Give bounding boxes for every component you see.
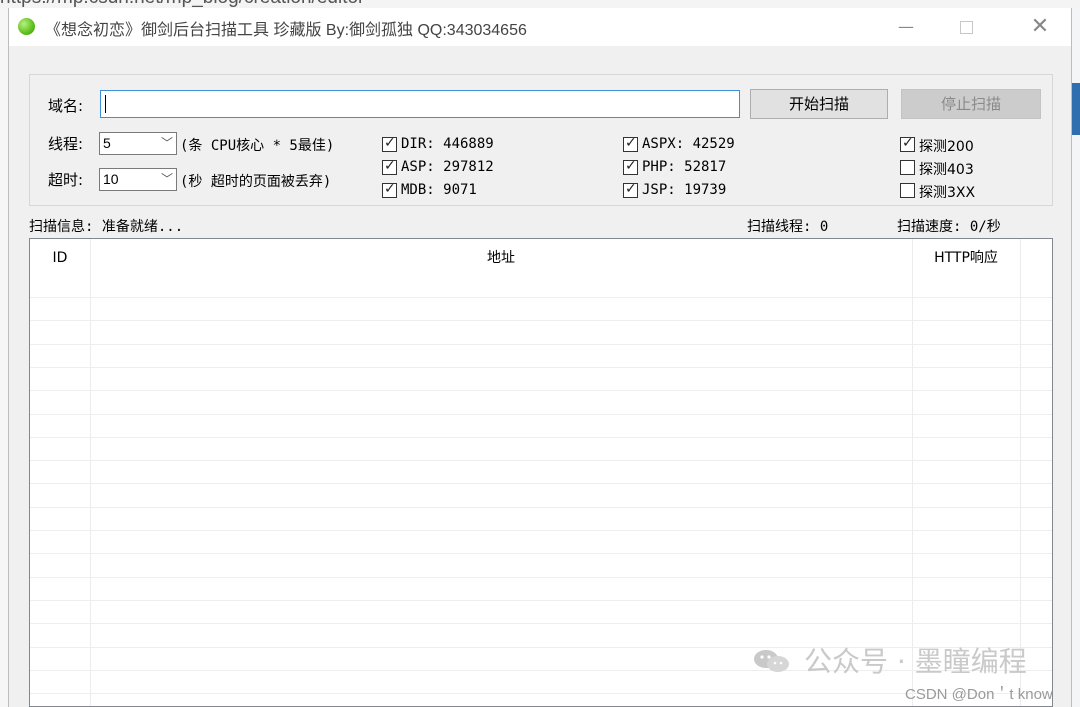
maximize-button[interactable] bbox=[943, 8, 989, 46]
scan-threads: 扫描线程: 0 bbox=[747, 219, 829, 235]
close-button[interactable]: ✕ bbox=[1017, 8, 1063, 46]
watermark-text: 公众号 · 墨瞳编程 bbox=[804, 645, 1027, 678]
check-icon: ✓ bbox=[625, 158, 637, 174]
background-url: https://mp.csdn.net/mp_blog/creation/edi… bbox=[0, 0, 364, 8]
checkbox-box bbox=[900, 160, 915, 175]
row-divider bbox=[30, 367, 1052, 368]
dict-label-dir: DIR: 446889 bbox=[401, 136, 494, 152]
checkbox-box: ✓ bbox=[382, 181, 397, 198]
timeout-hint: (秒 超时的页面被丢弃) bbox=[180, 174, 332, 190]
title-bar[interactable]: 《想念初恋》御剑后台扫描工具 珍藏版 By:御剑孤独 QQ:343034656 … bbox=[9, 8, 1071, 46]
row-divider bbox=[30, 507, 1052, 508]
row-divider bbox=[30, 600, 1052, 601]
column-header-id[interactable]: ID bbox=[30, 239, 90, 277]
chevron-down-icon: ﹀ bbox=[160, 172, 173, 186]
check-icon: ✓ bbox=[384, 181, 396, 197]
scan-speed: 扫描速度: 0/秒 bbox=[897, 219, 1001, 235]
dict-label-aspx: ASPX: 42529 bbox=[642, 136, 735, 152]
dict-label-php: PHP: 52817 bbox=[642, 159, 727, 175]
row-divider bbox=[30, 320, 1052, 321]
row-divider bbox=[30, 297, 1052, 298]
row-divider bbox=[30, 414, 1052, 415]
threads-label: 线程: bbox=[48, 135, 84, 153]
threads-hint: (条 CPU核心 * 5最佳) bbox=[180, 138, 335, 154]
results-table[interactable]: ID 地址 HTTP响应 bbox=[29, 238, 1053, 707]
column-divider bbox=[90, 239, 91, 706]
scanner-window: 《想念初恋》御剑后台扫描工具 珍藏版 By:御剑孤独 QQ:343034656 … bbox=[8, 8, 1072, 707]
probe-label-200: 探测200 bbox=[919, 139, 974, 155]
background-browser-strip: https://mp.csdn.net/mp_blog/creation/edi… bbox=[0, 0, 1080, 8]
row-divider bbox=[30, 693, 1052, 694]
chevron-down-icon: ﹀ bbox=[160, 136, 173, 150]
dict-label-mdb: MDB: 9071 bbox=[401, 182, 477, 198]
checkbox-box: ✓ bbox=[900, 135, 915, 152]
row-divider bbox=[30, 344, 1052, 345]
window-title: 《想念初恋》御剑后台扫描工具 珍藏版 By:御剑孤独 QQ:343034656 bbox=[45, 22, 527, 39]
row-divider bbox=[30, 460, 1052, 461]
dict-label-jsp: JSP: 19739 bbox=[642, 182, 727, 198]
background-right-edge bbox=[1072, 8, 1080, 707]
background-left-edge bbox=[0, 8, 8, 707]
csdn-watermark: CSDN @Don＇t know bbox=[905, 686, 1053, 703]
minimize-button[interactable]: — bbox=[883, 8, 929, 46]
scan-info: 扫描信息: 准备就绪... bbox=[29, 219, 184, 235]
text-caret bbox=[105, 95, 106, 113]
start-scan-button[interactable]: 开始扫描 bbox=[750, 89, 888, 119]
table-header: ID 地址 HTTP响应 bbox=[30, 239, 1052, 277]
checkbox-box: ✓ bbox=[623, 158, 638, 175]
checkbox-box bbox=[900, 183, 915, 198]
checkbox-box: ✓ bbox=[623, 135, 638, 152]
column-divider bbox=[912, 239, 913, 706]
domain-label: 域名: bbox=[48, 97, 84, 115]
check-icon: ✓ bbox=[384, 158, 396, 174]
row-divider bbox=[30, 437, 1052, 438]
row-divider bbox=[30, 530, 1052, 531]
check-icon: ✓ bbox=[625, 181, 637, 197]
probe-label-403: 探测403 bbox=[919, 162, 974, 178]
check-icon: ✓ bbox=[902, 135, 914, 151]
row-divider bbox=[30, 483, 1052, 484]
checkbox-box: ✓ bbox=[382, 135, 397, 152]
threads-select[interactable]: 5 ﹀ bbox=[99, 132, 177, 155]
timeout-label: 超时: bbox=[48, 171, 84, 189]
column-header-http[interactable]: HTTP响应 bbox=[912, 239, 1020, 277]
domain-input[interactable] bbox=[100, 90, 740, 118]
green-orb-icon bbox=[18, 18, 35, 35]
column-divider bbox=[1020, 239, 1021, 706]
timeout-value: 10 bbox=[103, 171, 119, 187]
check-icon: ✓ bbox=[625, 135, 637, 151]
settings-panel: 域名: 开始扫描 停止扫描 线程: 5 ﹀ (条 CPU核心 * 5最佳) 超时… bbox=[29, 74, 1053, 206]
maximize-icon bbox=[960, 21, 973, 34]
checkbox-box: ✓ bbox=[623, 181, 638, 198]
threads-value: 5 bbox=[103, 135, 111, 151]
row-divider bbox=[30, 623, 1052, 624]
row-divider bbox=[30, 390, 1052, 391]
check-icon: ✓ bbox=[384, 135, 396, 151]
dict-label-asp: ASP: 297812 bbox=[401, 159, 494, 175]
row-divider bbox=[30, 577, 1052, 578]
stop-scan-button[interactable]: 停止扫描 bbox=[901, 89, 1041, 119]
checkbox-box: ✓ bbox=[382, 158, 397, 175]
probe-label-3xx: 探测3XX bbox=[919, 185, 976, 201]
timeout-select[interactable]: 10 ﹀ bbox=[99, 168, 177, 191]
row-divider bbox=[30, 553, 1052, 554]
column-header-address[interactable]: 地址 bbox=[90, 239, 912, 277]
wechat-icon bbox=[754, 650, 789, 672]
